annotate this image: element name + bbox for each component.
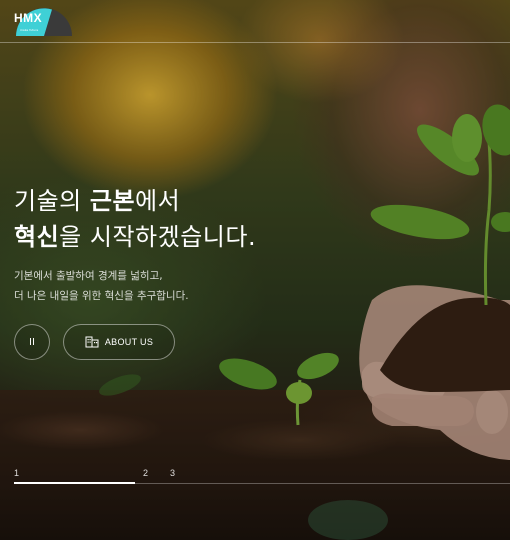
building-icon <box>85 336 99 348</box>
pager-progress-bar <box>14 482 135 484</box>
pager-slide-1[interactable]: 1 <box>14 468 19 478</box>
logo-tagline: make future <box>20 28 39 32</box>
hero-title: 기술의 근본에서 혁신을 시작하겠습니다. <box>14 183 256 255</box>
hero-subtitle-line-2: 더 나은 내일을 위한 혁신을 추구합니다. <box>14 290 189 302</box>
hero-title-line-1: 기술의 근본에서 <box>14 187 181 215</box>
pager-slide-2[interactable]: 2 <box>143 468 148 478</box>
hero-banner: HMX make future 기술의 근본에서 혁신을 시작하겠습니다. 기본… <box>0 0 510 540</box>
hero-subtitle-line-1: 기본에서 출발하여 경계를 넓히고, <box>14 270 163 282</box>
pause-button[interactable]: II <box>14 324 50 360</box>
logo-text: HMX <box>14 11 43 25</box>
hero-subtitle: 기본에서 출발하여 경계를 넓히고, 더 나은 내일을 위한 혁신을 추구합니다… <box>14 266 189 306</box>
pause-icon: II <box>29 336 35 348</box>
slide-pager: 1 2 3 <box>14 468 510 488</box>
pager-slide-3[interactable]: 3 <box>170 468 175 478</box>
hero-title-line-2: 혁신을 시작하겠습니다. <box>14 223 257 251</box>
about-us-button[interactable]: ABOUT US <box>63 324 175 360</box>
about-us-label: ABOUT US <box>104 337 154 347</box>
header-divider <box>0 42 510 43</box>
